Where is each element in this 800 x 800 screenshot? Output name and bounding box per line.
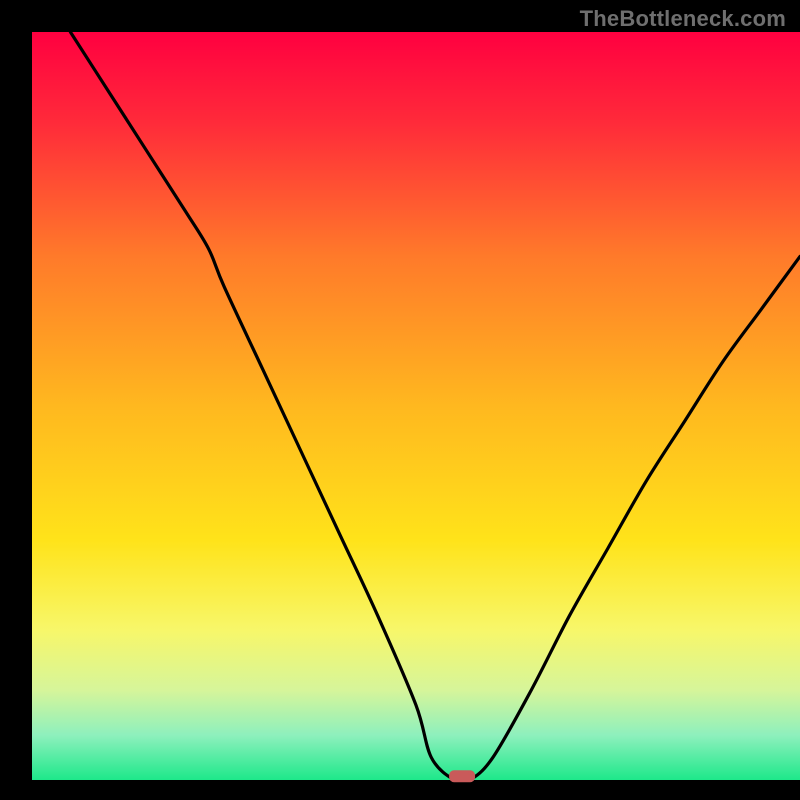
optimal-marker — [449, 770, 475, 782]
bottleneck-chart — [0, 0, 800, 800]
chart-stage: TheBottleneck.com — [0, 0, 800, 800]
gradient-background — [32, 32, 800, 780]
